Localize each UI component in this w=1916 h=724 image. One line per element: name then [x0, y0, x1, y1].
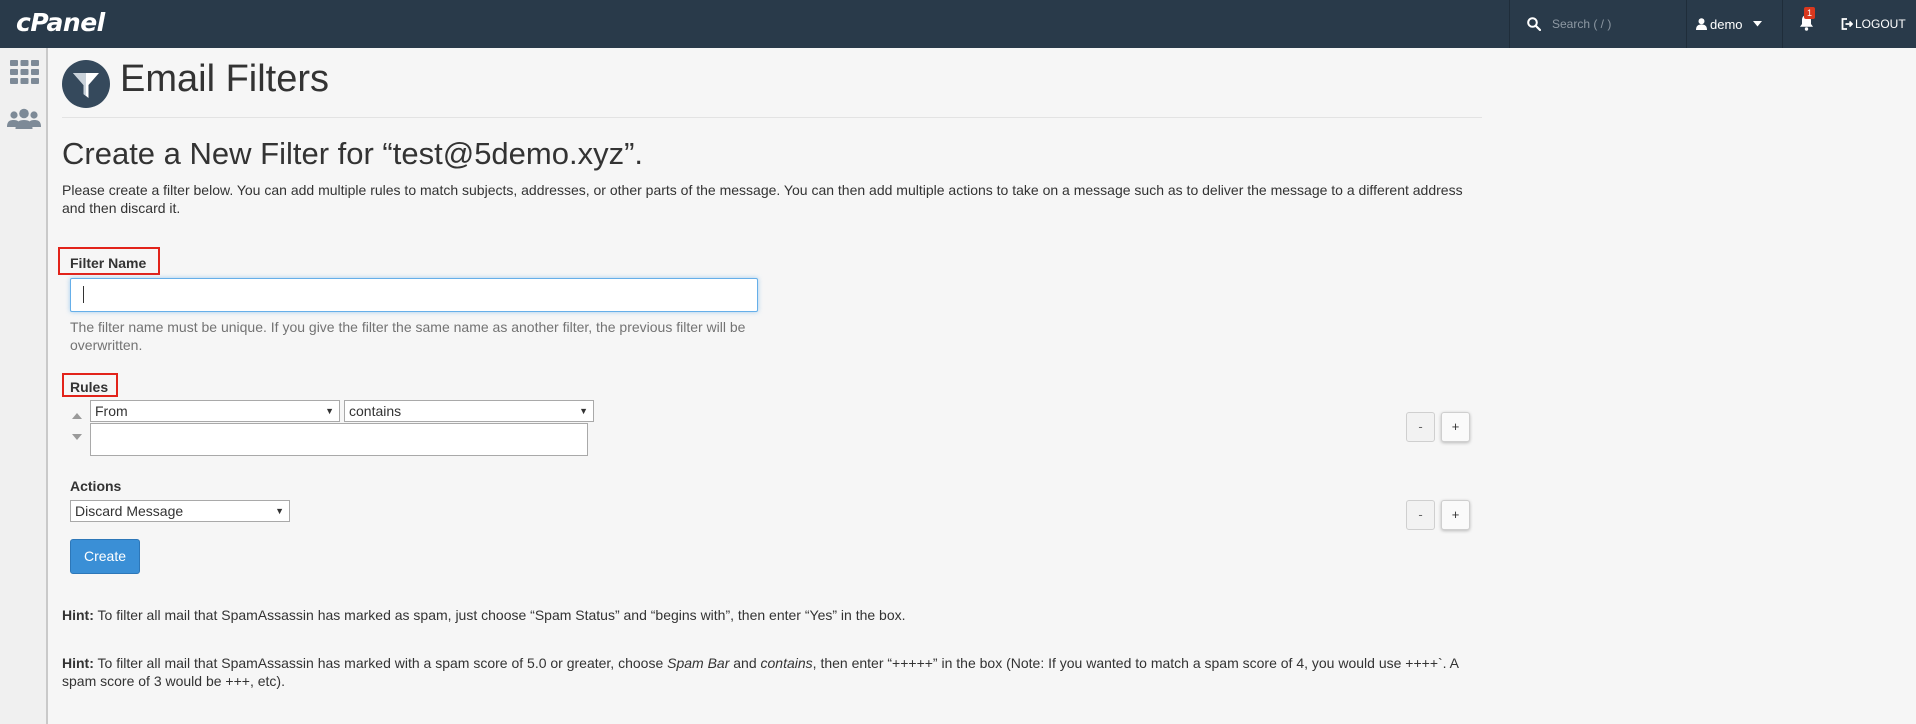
move-rule-down-icon[interactable]: [72, 434, 82, 440]
apps-grid-icon[interactable]: [10, 60, 39, 84]
rules-label: Rules: [70, 379, 109, 395]
users-icon[interactable]: [6, 108, 42, 130]
dropdown-arrow-icon: ▼: [325, 406, 334, 416]
username: demo: [1710, 16, 1743, 32]
text-cursor: [83, 286, 84, 303]
notification-badge: 1: [1804, 7, 1816, 19]
dropdown-arrow-icon: ▼: [579, 406, 588, 416]
rule-field-select[interactable]: From ▼: [90, 400, 340, 422]
remove-rule-button[interactable]: -: [1406, 412, 1435, 442]
rule-operator-value: contains: [349, 403, 402, 419]
add-rule-button[interactable]: +: [1441, 412, 1470, 442]
user-menu[interactable]: demo: [1686, 0, 1782, 48]
filter-name-input[interactable]: [70, 278, 758, 312]
cpanel-logo[interactable]: cPanel: [16, 8, 105, 37]
page-title: Email Filters: [120, 58, 330, 100]
hint-text: and: [729, 655, 761, 671]
filter-name-help: The filter name must be unique. If you g…: [70, 319, 746, 353]
top-navbar: cPanel demo 1 LOGOUT: [0, 0, 1916, 48]
hint-text: To filter all mail that SpamAssassin has…: [93, 655, 668, 671]
funnel-icon: [73, 73, 99, 98]
create-button[interactable]: Create: [70, 539, 140, 574]
hint-spam-bar: Hint: To filter all mail that SpamAssass…: [62, 654, 1482, 690]
move-rule-up-icon[interactable]: [72, 413, 82, 419]
search-input[interactable]: [1552, 17, 1672, 31]
search-box[interactable]: [1510, 0, 1686, 48]
action-select[interactable]: Discard Message ▼: [70, 500, 290, 522]
search-icon: [1527, 17, 1541, 31]
add-action-button[interactable]: +: [1441, 500, 1470, 530]
actions-label: Actions: [70, 478, 122, 494]
left-sidebar: [0, 48, 48, 724]
hint-text: To filter all mail that SpamAssassin has…: [93, 607, 906, 623]
logout-button[interactable]: LOGOUT: [1838, 0, 1916, 48]
hint-spam-status: Hint: To filter all mail that SpamAssass…: [62, 606, 1482, 624]
hint-label: Hint:: [62, 655, 94, 671]
user-icon: [1696, 18, 1707, 30]
rule-field-value: From: [95, 403, 128, 419]
hint-emphasis: contains: [760, 655, 813, 671]
dropdown-arrow-icon: ▼: [275, 506, 284, 516]
form-heading: Create a New Filter for “test@5demo.xyz”…: [62, 136, 644, 171]
title-divider: [62, 117, 1482, 118]
remove-action-button[interactable]: -: [1406, 500, 1435, 530]
filter-name-label: Filter Name: [70, 255, 147, 271]
rule-value-input[interactable]: [90, 423, 588, 456]
hint-label: Hint:: [62, 607, 94, 623]
notifications-button[interactable]: 1: [1782, 0, 1838, 48]
email-filters-badge: [62, 60, 110, 108]
hint-emphasis: Spam Bar: [667, 655, 730, 671]
form-description: Please create a filter below. You can ad…: [62, 182, 1463, 216]
rule-operator-select[interactable]: contains ▼: [344, 400, 594, 422]
logout-label: LOGOUT: [1855, 17, 1906, 31]
action-select-value: Discard Message: [75, 503, 184, 519]
logout-icon: [1841, 18, 1853, 30]
caret-down-icon: [1752, 21, 1762, 27]
